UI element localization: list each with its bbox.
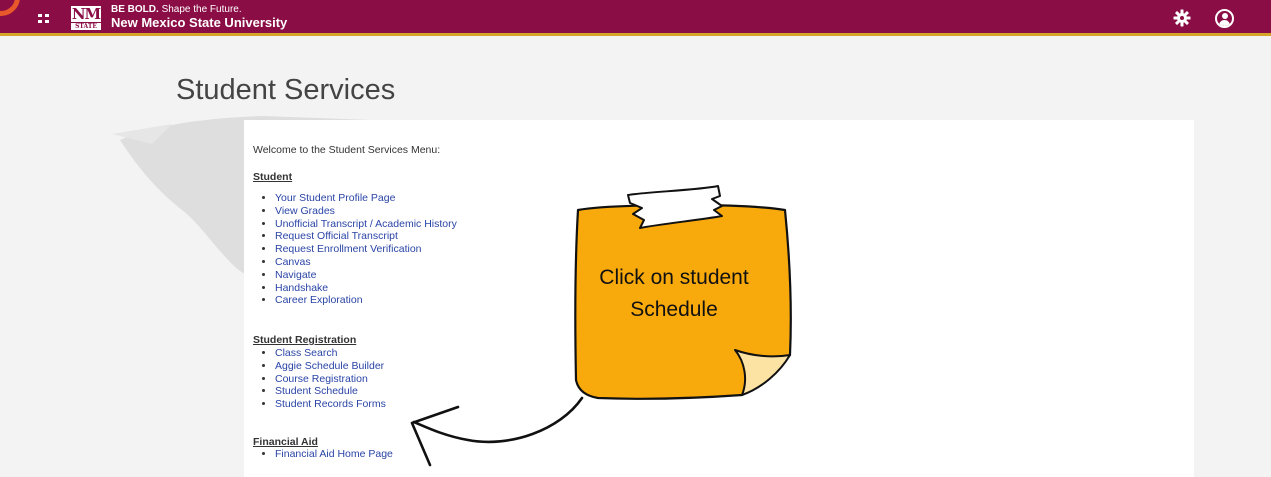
corner-circle-decoration (0, 0, 20, 16)
list-item: Unofficial Transcript / Academic History (275, 218, 457, 231)
link-unofficial-transcript[interactable]: Unofficial Transcript / Academic History (275, 218, 457, 230)
list-item: Aggie Schedule Builder (275, 360, 386, 373)
link-canvas[interactable]: Canvas (275, 256, 311, 268)
logo-text-top: NM (71, 5, 101, 23)
annotation-note: Click on student Schedule (568, 262, 780, 326)
list-item: Student Schedule (275, 385, 386, 398)
list-item: Canvas (275, 256, 457, 269)
link-navigate[interactable]: Navigate (275, 269, 316, 281)
list-item: Student Records Forms (275, 398, 386, 411)
financial-aid-links: Financial Aid Home Page (253, 448, 393, 461)
list-item: Request Enrollment Verification (275, 243, 457, 256)
tagline: BE BOLD. Shape the Future. (111, 4, 242, 15)
link-aggie-schedule-builder[interactable]: Aggie Schedule Builder (275, 360, 384, 372)
student-links: Your Student Profile Page View Grades Un… (253, 192, 457, 307)
list-item: Request Official Transcript (275, 230, 457, 243)
list-item: Financial Aid Home Page (275, 448, 393, 461)
page-title: Student Services (176, 74, 396, 106)
top-navigation-bar: NM STATE BE BOLD. Shape the Future. New … (0, 0, 1271, 36)
section-heading-financial-aid: Financial Aid (253, 436, 318, 448)
link-student-profile[interactable]: Your Student Profile Page (275, 192, 395, 204)
link-course-registration[interactable]: Course Registration (275, 373, 368, 385)
nmsu-logo[interactable]: NM STATE (70, 5, 102, 31)
list-item: Navigate (275, 269, 457, 282)
tagline-bold: BE BOLD. (111, 4, 159, 15)
section-heading-student: Student (253, 171, 293, 183)
tagline-rest: Shape the Future. (161, 4, 242, 15)
link-financial-aid-home[interactable]: Financial Aid Home Page (275, 448, 393, 460)
section-heading-registration: Student Registration (253, 334, 357, 346)
apps-grid-icon[interactable] (38, 14, 50, 23)
logo-text-bottom: STATE (71, 22, 101, 30)
link-student-records-forms[interactable]: Student Records Forms (275, 398, 386, 410)
annotation-line-1: Click on student (599, 266, 749, 289)
list-item: Your Student Profile Page (275, 192, 457, 205)
user-account-icon[interactable] (1215, 9, 1234, 28)
link-class-search[interactable]: Class Search (275, 347, 337, 359)
gear-icon[interactable] (1173, 9, 1191, 27)
link-enrollment-verification[interactable]: Request Enrollment Verification (275, 243, 422, 255)
university-name: New Mexico State University (111, 15, 288, 30)
list-item: Handshake (275, 282, 457, 295)
list-item: Course Registration (275, 373, 386, 386)
list-item: Career Exploration (275, 294, 457, 307)
annotation-line-2: Schedule (630, 298, 718, 321)
registration-links: Class Search Aggie Schedule Builder Cour… (253, 347, 386, 411)
link-view-grades[interactable]: View Grades (275, 205, 335, 217)
link-request-official-transcript[interactable]: Request Official Transcript (275, 230, 398, 242)
link-career-exploration[interactable]: Career Exploration (275, 294, 363, 306)
welcome-text: Welcome to the Student Services Menu: (253, 144, 441, 156)
link-student-schedule[interactable]: Student Schedule (275, 385, 358, 397)
list-item: Class Search (275, 347, 386, 360)
list-item: View Grades (275, 205, 457, 218)
link-handshake[interactable]: Handshake (275, 282, 328, 294)
